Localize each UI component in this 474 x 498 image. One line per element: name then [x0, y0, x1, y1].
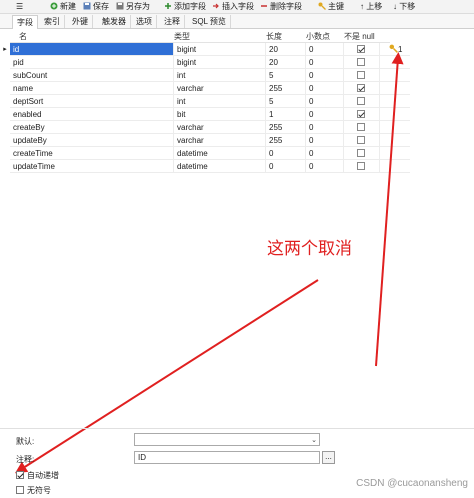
annotation-text: 这两个取消 — [267, 239, 352, 259]
unsigned-label: 无符号 — [27, 486, 51, 495]
chevron-down-icon: ⌄ — [311, 437, 317, 444]
comment-expand-button[interactable]: ... — [322, 451, 335, 464]
annotation-arrows — [14, 52, 404, 474]
auto-increment-label: 自动递增 — [27, 471, 59, 480]
comment-field[interactable]: ID — [134, 451, 320, 464]
default-label: 默认: — [16, 437, 35, 446]
watermark: CSDN @cucaonansheng — [356, 478, 468, 489]
comment-label: 注释: — [16, 455, 35, 464]
unsigned-checkbox[interactable] — [16, 486, 24, 494]
default-combobox[interactable]: ⌄ — [134, 433, 320, 446]
arrow-to-key — [375, 52, 404, 367]
auto-increment-checkbox[interactable] — [16, 471, 24, 479]
